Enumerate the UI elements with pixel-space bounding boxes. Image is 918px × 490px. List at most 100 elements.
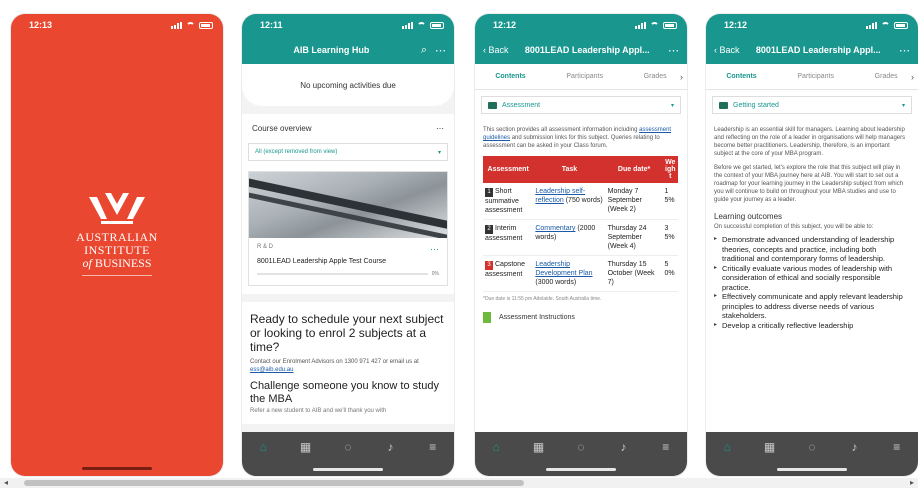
home-tab-icon[interactable]: ⌂ bbox=[253, 440, 273, 454]
assessment-number: 3 bbox=[485, 261, 493, 270]
due-date-cell: Thursday 15 October (Week 7) bbox=[605, 255, 663, 292]
messages-tab-icon[interactable]: ◌ bbox=[338, 440, 358, 454]
header-assessment: Assessment bbox=[483, 156, 534, 183]
logo-line-business: of BUSINESS bbox=[11, 257, 223, 270]
scrollbar-thumb[interactable] bbox=[24, 480, 524, 486]
chevron-right-icon[interactable]: › bbox=[911, 72, 914, 82]
battery-icon bbox=[663, 21, 677, 29]
scroll-right-icon[interactable]: ▸ bbox=[910, 478, 914, 488]
back-button[interactable]: ‹ Back bbox=[483, 45, 509, 55]
promo-heading-2: Challenge someone you know to study the … bbox=[250, 380, 439, 405]
notifications-tab-icon[interactable]: ♪ bbox=[613, 440, 633, 454]
learning-outcomes-title: Learning outcomes bbox=[714, 212, 783, 221]
task-link[interactable]: Commentary bbox=[535, 225, 575, 232]
menu-tab-icon[interactable]: ≡ bbox=[656, 440, 676, 454]
email-link[interactable]: ess@aib.edu.au bbox=[250, 367, 293, 373]
chevron-right-icon[interactable]: › bbox=[680, 72, 683, 82]
section-name: Assessment bbox=[502, 101, 541, 109]
home-indicator bbox=[546, 468, 616, 471]
tab-contents[interactable]: Contents bbox=[726, 73, 756, 80]
course-card[interactable]: R & D ⋯ 8001LEAD Leadership Apple Test C… bbox=[248, 171, 448, 286]
course-overview-header: Course overview ⋯ bbox=[242, 114, 454, 139]
list-item: Effectively communicate and apply releva… bbox=[714, 292, 908, 321]
list-item: Demonstrate advanced understanding of le… bbox=[714, 235, 908, 264]
assessment-number: 1 bbox=[485, 188, 493, 197]
no-upcoming-text: No upcoming activities due bbox=[242, 64, 454, 106]
intro-paragraph-2: Before we get started, let's explore the… bbox=[714, 165, 904, 203]
section-select[interactable]: Assessment ▾ bbox=[481, 96, 681, 114]
nav-bar: ‹ Back 8001LEAD Leadership Appl... ⋯ bbox=[706, 36, 918, 64]
status-time: 12:12 bbox=[724, 20, 748, 30]
more-icon[interactable]: ⋯ bbox=[435, 44, 446, 57]
scroll-left-icon[interactable]: ◂ bbox=[4, 478, 8, 488]
header-weight: Weight bbox=[662, 156, 678, 183]
course-filter-select[interactable]: All (except removed from view) ▾ bbox=[248, 143, 448, 161]
home-indicator bbox=[777, 468, 847, 471]
dashboard-content: No upcoming activities due Course overvi… bbox=[242, 64, 454, 432]
table-row: 1 Short summative assessment Leadership s… bbox=[483, 183, 678, 220]
course-progress: 0% bbox=[257, 271, 439, 277]
tab-participants[interactable]: Participants bbox=[566, 73, 603, 80]
calendar-tab-icon[interactable]: ▦ bbox=[760, 440, 780, 454]
battery-icon bbox=[430, 21, 444, 29]
task-cell: Commentary (2000 words) bbox=[533, 219, 606, 256]
more-icon[interactable]: ⋯ bbox=[899, 44, 910, 57]
table-row: 3 Capstone assessment Leadership Developm… bbox=[483, 255, 678, 292]
notifications-tab-icon[interactable]: ♪ bbox=[380, 440, 400, 454]
assessment-number: 2 bbox=[485, 225, 493, 234]
course-meta: R & D ⋯ 8001LEAD Leadership Apple Test C… bbox=[249, 238, 447, 285]
task-link[interactable]: Leadership Development Plan bbox=[535, 261, 592, 277]
task-extra: (750 words) bbox=[565, 197, 603, 204]
course-overview-title: Course overview bbox=[252, 124, 312, 133]
header-due-date: Due date* bbox=[605, 156, 663, 183]
progress-label: 0% bbox=[431, 271, 439, 277]
home-tab-icon[interactable]: ⌂ bbox=[486, 440, 506, 454]
promo-block: Ready to schedule your next subject or l… bbox=[242, 302, 454, 424]
due-date-cell: Thursday 24 September (Week 4) bbox=[605, 219, 663, 256]
back-button[interactable]: ‹ Back bbox=[714, 45, 740, 55]
more-icon[interactable]: ⋯ bbox=[436, 124, 444, 133]
tab-grades[interactable]: Grades bbox=[875, 73, 898, 80]
task-cell: Leadership Development Plan (3000 words) bbox=[533, 255, 606, 292]
course-category: R & D bbox=[257, 244, 274, 250]
phone-assessment: 12:12 ‹ Back 8001LEAD Leadership Appl...… bbox=[475, 14, 687, 476]
app-header: 12:12 ‹ Back 8001LEAD Leadership Appl...… bbox=[706, 14, 918, 64]
tab-grades[interactable]: Grades bbox=[644, 73, 667, 80]
screenshot-gallery: 12:13 AUSTRALIAN INSTITUTE of BUSINESS 1… bbox=[0, 0, 918, 490]
assessment-cell: 2 Interim assessment bbox=[483, 219, 534, 256]
status-icons bbox=[635, 21, 677, 29]
intro-paragraph-1: Leadership is an essential skill for man… bbox=[714, 127, 906, 157]
more-icon[interactable]: ⋯ bbox=[668, 44, 679, 57]
promo-contact-text: Contact our Enrolment Advisors on 1300 9… bbox=[250, 359, 419, 365]
menu-tab-icon[interactable]: ≡ bbox=[423, 440, 443, 454]
section-select[interactable]: Getting started ▾ bbox=[712, 96, 912, 114]
bottom-tab-bar: ⌂ ▦ ◌ ♪ ≡ bbox=[242, 432, 454, 476]
assessment-instructions-item[interactable]: Assessment Instructions bbox=[475, 306, 687, 329]
home-tab-icon[interactable]: ⌂ bbox=[717, 440, 737, 454]
notifications-tab-icon[interactable]: ♪ bbox=[844, 440, 864, 454]
status-icons bbox=[866, 21, 908, 29]
horizontal-scrollbar[interactable]: ◂ ▸ bbox=[0, 478, 918, 488]
phone-learning-hub: 12:11 AIB Learning Hub ⌕ ⋯ No upcoming a… bbox=[242, 14, 454, 476]
signal-icon bbox=[866, 21, 877, 29]
due-date-cell: Monday 7 September (Week 2) bbox=[605, 183, 663, 220]
search-icon[interactable]: ⌕ bbox=[421, 44, 427, 57]
header-task: Task bbox=[533, 156, 606, 183]
course-menu-icon[interactable]: ⋯ bbox=[430, 244, 439, 255]
tab-participants[interactable]: Participants bbox=[797, 73, 834, 80]
page-title: 8001LEAD Leadership Appl... bbox=[755, 45, 881, 55]
menu-tab-icon[interactable]: ≡ bbox=[887, 440, 907, 454]
wifi-icon bbox=[881, 21, 890, 29]
signal-icon bbox=[635, 21, 646, 29]
messages-tab-icon[interactable]: ◌ bbox=[571, 440, 591, 454]
status-bar: 12:12 bbox=[706, 14, 918, 36]
calendar-tab-icon[interactable]: ▦ bbox=[529, 440, 549, 454]
messages-tab-icon[interactable]: ◌ bbox=[802, 440, 822, 454]
due-date-note: *Due date is 11:55 pm Adelaide, South Au… bbox=[483, 296, 602, 302]
status-time: 12:13 bbox=[29, 20, 53, 30]
tab-contents[interactable]: Contents bbox=[495, 73, 525, 80]
logo-rule bbox=[82, 275, 152, 276]
assessment-cell: 3 Capstone assessment bbox=[483, 255, 534, 292]
course-image bbox=[249, 172, 447, 238]
calendar-tab-icon[interactable]: ▦ bbox=[296, 440, 316, 454]
